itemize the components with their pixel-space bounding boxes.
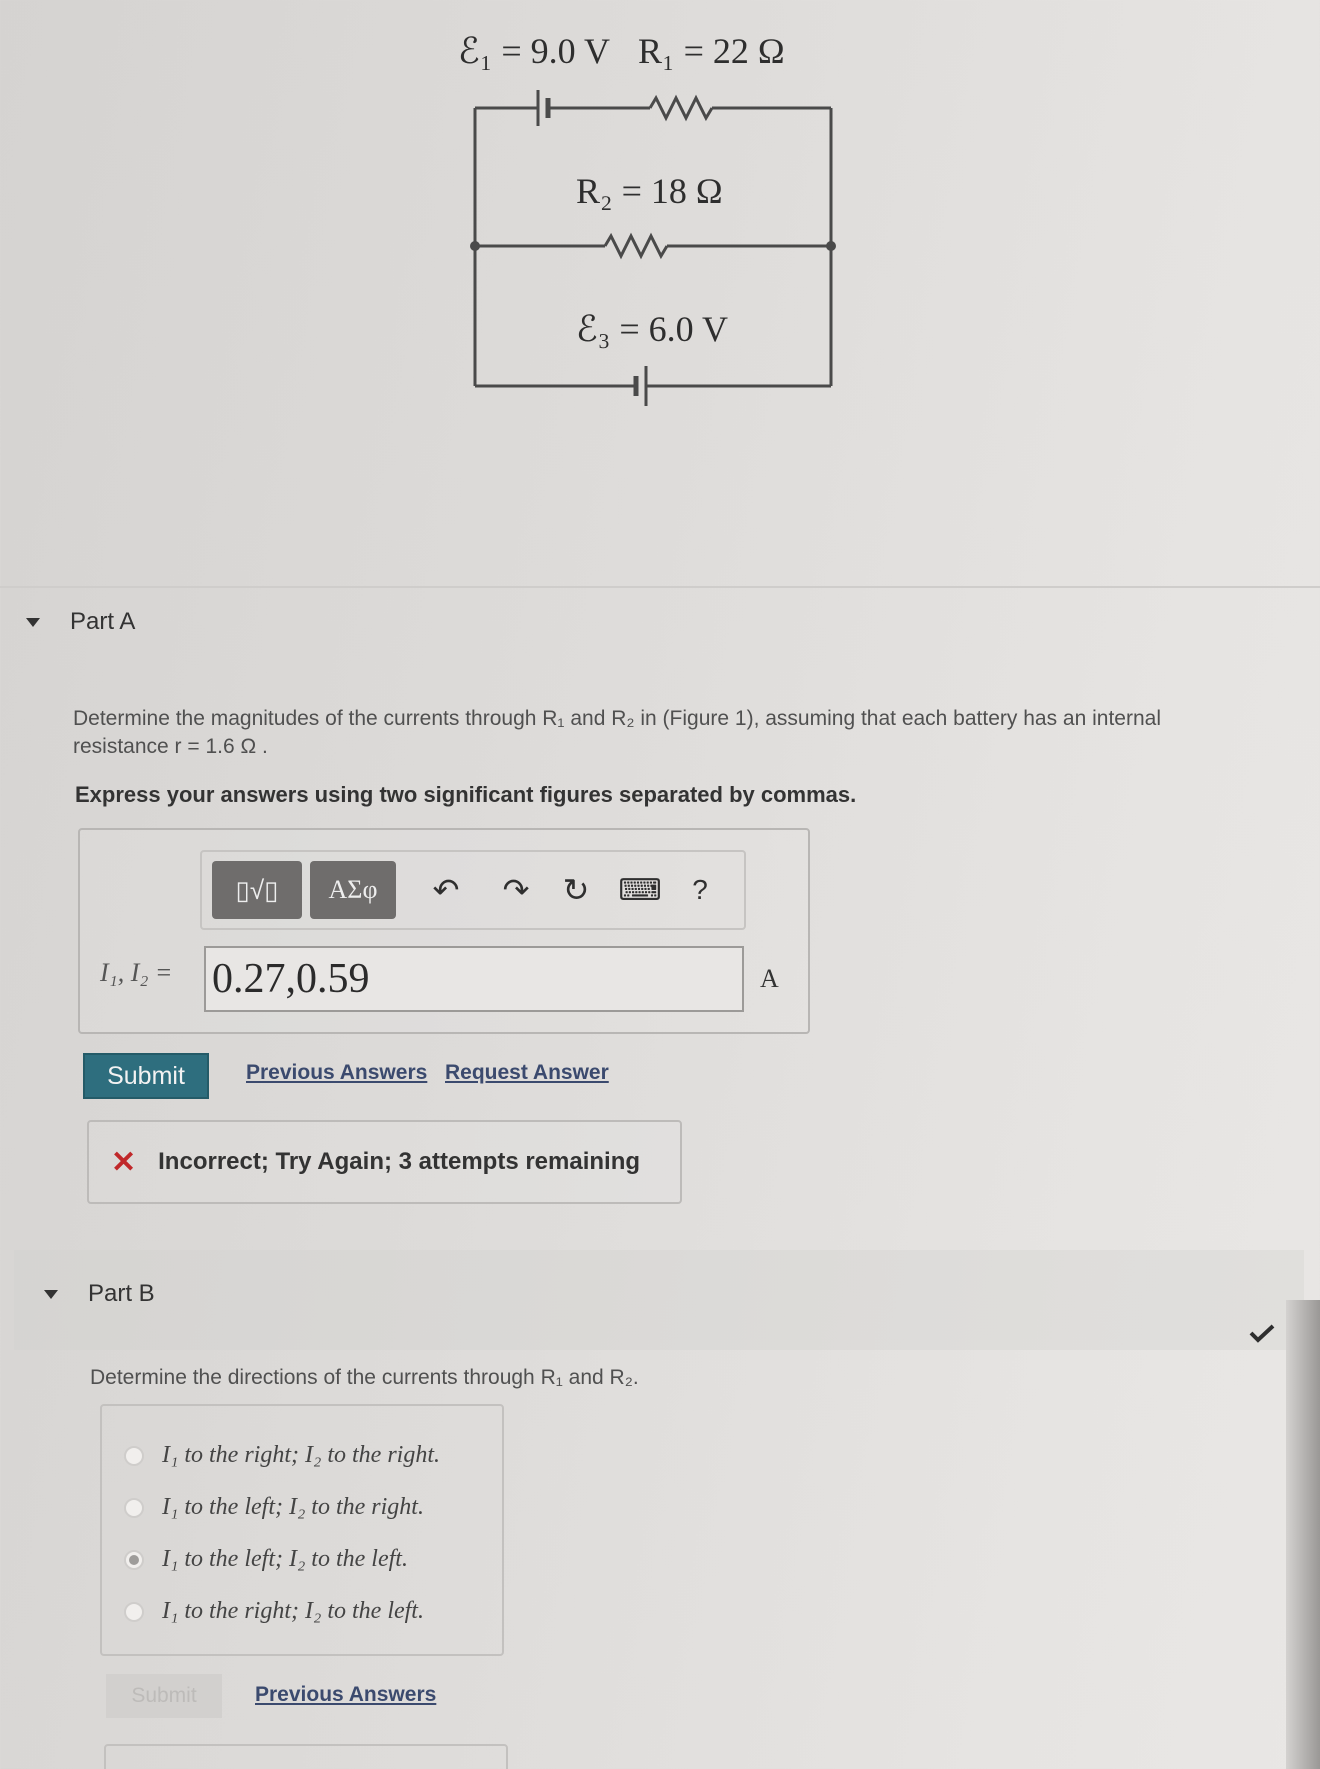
circuit-figure: ℰ₁ = 9.0 V R₁ = 22 Ω R₂ = 18 Ω ℰ₃ = 6.0 … xyxy=(440,20,860,440)
feedback-text: Incorrect; Try Again; 3 attempts remaini… xyxy=(158,1148,641,1175)
junction-dot-left xyxy=(470,241,480,251)
math-toolbar: ▯√▯ ΑΣφ ↶ ↷ ↻ ⌨ ? xyxy=(200,850,746,930)
option-label: I₁ to the left; I₂ to the right. xyxy=(162,1494,424,1520)
r1-label: R₁ = 22 Ω xyxy=(638,31,785,71)
checkmark-icon xyxy=(1249,1324,1275,1343)
part-b-title: Part B xyxy=(88,1280,155,1307)
part-a-prompt-line2: resistance r = 1.6 Ω . xyxy=(73,735,268,758)
emf1-label: ℰ₁ = 9.0 V xyxy=(458,31,610,71)
option-3[interactable]: I₁ to the right; I₂ to the left. xyxy=(124,1598,424,1625)
answer-input[interactable]: 0.27,0.59 xyxy=(204,946,744,1012)
part-b-band xyxy=(14,1250,1304,1350)
symbols-icon: ΑΣφ xyxy=(328,875,378,904)
junction-dot-right xyxy=(826,241,836,251)
part-b-submit-button[interactable]: Submit xyxy=(106,1674,222,1718)
unit-label: A xyxy=(760,964,779,993)
option-label: I₁ to the left; I₂ to the left. xyxy=(162,1546,408,1572)
part-b-header[interactable]: Part B xyxy=(44,1280,155,1308)
part-a-prompt-line1: Determine the magnitudes of the currents… xyxy=(73,707,1161,730)
part-a-header[interactable]: Part A xyxy=(26,608,135,636)
option-label: I₁ to the right; I₂ to the left. xyxy=(162,1598,424,1624)
feedback-box: ✕ Incorrect; Try Again; 3 attempts remai… xyxy=(87,1120,682,1204)
submit-button[interactable]: Submit xyxy=(83,1053,209,1099)
reset-icon[interactable]: ↻ xyxy=(546,861,606,919)
circuit-diagram xyxy=(470,90,836,406)
x-mark-icon: ✕ xyxy=(111,1145,137,1179)
caret-down-icon xyxy=(26,617,40,627)
emf3-label: ℰ₃ = 6.0 V xyxy=(576,309,728,349)
part-b-prompt: Determine the directions of the currents… xyxy=(90,1366,639,1389)
keyboard-icon[interactable]: ⌨ xyxy=(610,861,670,919)
caret-down-icon xyxy=(44,1289,58,1299)
option-2[interactable]: I₁ to the left; I₂ to the left. xyxy=(124,1546,408,1573)
symbols-button[interactable]: ΑΣφ xyxy=(310,861,396,919)
radio-button[interactable] xyxy=(124,1497,144,1518)
radio-button[interactable] xyxy=(124,1601,144,1622)
r2-label: R₂ = 18 Ω xyxy=(576,171,723,211)
section-divider xyxy=(0,586,1320,588)
templates-icon: ▯√▯ xyxy=(235,874,279,905)
option-label: I₁ to the right; I₂ to the right. xyxy=(162,1442,440,1468)
answer-input-label: I₁, I₂ = xyxy=(100,958,173,987)
undo-icon[interactable]: ↶ xyxy=(416,861,476,919)
feedback-box-partial xyxy=(104,1744,508,1769)
option-1[interactable]: I₁ to the left; I₂ to the right. xyxy=(124,1494,424,1521)
radio-button[interactable] xyxy=(124,1445,144,1466)
previous-answers-link[interactable]: Previous Answers xyxy=(246,1061,427,1085)
part-b-previous-answers-link[interactable]: Previous Answers xyxy=(255,1683,436,1707)
options-box: I₁ to the right; I₂ to the right. I₁ to … xyxy=(100,1404,504,1656)
page-edge-shadow xyxy=(1286,1300,1320,1769)
redo-icon[interactable]: ↷ xyxy=(486,861,546,919)
part-a-instruction: Express your answers using two significa… xyxy=(75,782,857,807)
request-answer-link[interactable]: Request Answer xyxy=(445,1061,609,1085)
templates-button[interactable]: ▯√▯ xyxy=(212,861,302,919)
radio-button-selected[interactable] xyxy=(124,1549,144,1570)
option-0[interactable]: I₁ to the right; I₂ to the right. xyxy=(124,1442,440,1469)
part-a-prompt: Determine the magnitudes of the currents… xyxy=(73,705,1313,761)
part-a-title: Part A xyxy=(70,608,136,635)
help-icon[interactable]: ? xyxy=(670,861,730,919)
